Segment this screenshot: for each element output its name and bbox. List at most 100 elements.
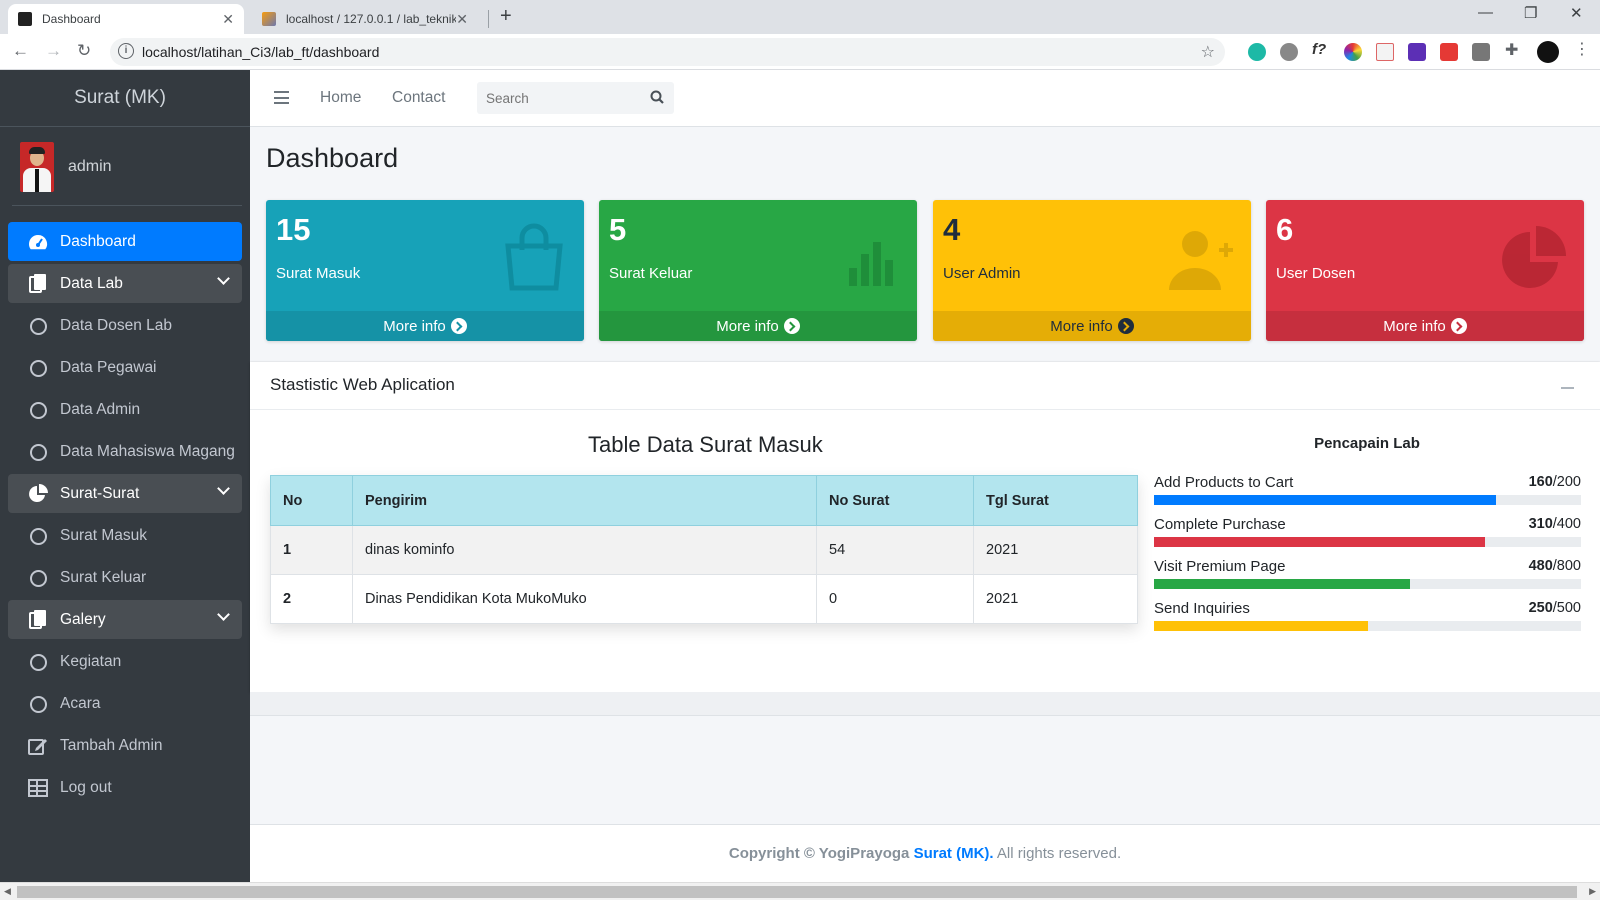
stat-value: 5 (609, 212, 627, 247)
bookmark-star-icon[interactable]: ☆ (1201, 42, 1215, 62)
sidebar-item-label: Acara (60, 695, 101, 712)
sidebar-nav: Dashboard Data Lab Data Dosen Lab Data P… (8, 222, 242, 810)
search-input[interactable] (477, 82, 637, 114)
sidebar-item-surat-surat[interactable]: Surat-Surat (8, 474, 242, 513)
arrow-circle-right-icon (783, 318, 800, 334)
minimize-icon[interactable]: — (1478, 4, 1493, 21)
forward-icon[interactable]: → (45, 41, 62, 61)
nav-link-contact[interactable]: Contact (392, 89, 445, 107)
restore-icon[interactable]: ❐ (1524, 4, 1537, 22)
copy-icon (28, 273, 48, 294)
circle-icon (29, 317, 47, 335)
chevron-down-icon (217, 272, 230, 285)
circle-icon (29, 359, 47, 377)
sidebar-item-data-admin[interactable]: Data Admin (8, 390, 242, 430)
sidebar-item-data-pegawai[interactable]: Data Pegawai (8, 348, 242, 388)
sidebar-item-log-out[interactable]: Log out (8, 768, 242, 808)
close-tab-icon[interactable]: ✕ (456, 11, 468, 28)
back-icon[interactable]: ← (12, 41, 29, 61)
color-extension-icon[interactable] (1344, 43, 1362, 61)
progress-title: Pencapain Lab (1314, 435, 1420, 452)
extension-icon[interactable] (1248, 43, 1266, 61)
profile-avatar[interactable] (1537, 41, 1559, 63)
site-info-icon[interactable]: i (118, 43, 134, 59)
pie-chart-icon (1498, 220, 1570, 292)
column-header-tgl-surat[interactable]: Tgl Surat (973, 475, 1138, 526)
extension-icon[interactable] (1408, 43, 1426, 61)
page-title: Dashboard (266, 143, 399, 173)
extension-icon[interactable] (1376, 43, 1394, 61)
progress-label: Send Inquiries (1154, 600, 1250, 617)
brand-link[interactable]: Surat (MK) (0, 70, 250, 127)
hamburger-menu-icon[interactable] (274, 91, 289, 104)
browser-toolbar: ← → ↻ i localhost/latihan_Ci3/lab_ft/das… (0, 34, 1600, 70)
shopping-bag-icon (498, 220, 570, 292)
stat-box-user-admin: 4 User Admin More info (933, 200, 1251, 341)
arrow-circle-right-icon (450, 318, 467, 334)
table-cell: 0 (816, 574, 974, 624)
browser-menu-icon[interactable]: ⋮ (1574, 39, 1592, 58)
sidebar-item-surat-masuk[interactable]: Surat Masuk (8, 516, 242, 556)
sidebar-item-kegiatan[interactable]: Kegiatan (8, 642, 242, 682)
column-header-pengirim[interactable]: Pengirim (352, 475, 817, 526)
browser-tab-dashboard[interactable]: Dashboard ✕ (8, 4, 244, 34)
tab-separator (488, 10, 489, 28)
browser-tab-phpmyadmin[interactable]: localhost / 127.0.0.1 / lab_teknik ✕ (252, 4, 478, 34)
new-tab-icon[interactable]: + (500, 5, 512, 28)
footer-brand-link[interactable]: Surat (MK). (914, 845, 994, 862)
table-title: Table Data Surat Masuk (588, 432, 823, 457)
more-info-link[interactable]: More info (266, 311, 584, 341)
table-cell: Dinas Pendidikan Kota MukoMuko (352, 574, 817, 624)
sidebar-item-label: Data Dosen Lab (60, 317, 173, 334)
scroll-left-icon[interactable]: ◀ (4, 886, 11, 897)
scroll-right-icon[interactable]: ▶ (1589, 886, 1596, 897)
card-footer (250, 692, 1600, 716)
sidebar-item-acara[interactable]: Acara (8, 684, 242, 724)
close-window-icon[interactable]: ✕ (1570, 4, 1583, 22)
horizontal-scrollbar[interactable]: ◀ ▶ (0, 882, 1600, 900)
extension-icon[interactable] (1440, 43, 1458, 61)
more-info-link[interactable]: More info (599, 311, 917, 341)
reload-icon[interactable]: ↻ (77, 41, 91, 61)
stat-label: User Admin (943, 265, 1021, 282)
sidebar-item-galery[interactable]: Galery (8, 600, 242, 639)
sidebar: Surat (MK) admin Dashboard Data Lab Data… (0, 70, 250, 882)
edit-icon (28, 736, 48, 756)
search-icon[interactable] (650, 90, 664, 104)
address-bar[interactable]: i localhost/latihan_Ci3/lab_ft/dashboard… (110, 38, 1225, 66)
sidebar-item-dashboard[interactable]: Dashboard (8, 222, 242, 261)
brand-text: Surat (MK) (74, 87, 166, 108)
nav-link-home[interactable]: Home (320, 89, 361, 107)
more-info-link[interactable]: More info (1266, 311, 1584, 341)
stat-box-surat-masuk: 15 Surat Masuk More info (266, 200, 584, 341)
table-cell: 2 (270, 574, 353, 624)
column-header-no-surat[interactable]: No Surat (816, 475, 974, 526)
sidebar-item-surat-keluar[interactable]: Surat Keluar (8, 558, 242, 598)
more-info-link[interactable]: More info (933, 311, 1251, 341)
main-footer: Copyright © YogiPrayoga Surat (MK). All … (250, 824, 1600, 882)
puzzle-extensions-icon[interactable]: ✚ (1505, 40, 1523, 59)
progress-label: Add Products to Cart (1154, 474, 1294, 491)
scrollbar-thumb[interactable] (17, 886, 1577, 898)
stat-value: 6 (1276, 212, 1294, 247)
progress-value: 310/400 (1528, 516, 1581, 532)
close-tab-icon[interactable]: ✕ (222, 11, 234, 28)
avatar (20, 142, 54, 192)
user-name[interactable]: admin (68, 158, 112, 176)
extension-icon[interactable] (1280, 43, 1298, 61)
column-header-no[interactable]: No (270, 475, 353, 526)
sidebar-item-data-lab[interactable]: Data Lab (8, 264, 242, 303)
extension-icon[interactable] (1472, 43, 1490, 61)
circle-icon (29, 569, 47, 587)
progress-track (1154, 579, 1581, 589)
progress-track (1154, 537, 1581, 547)
browser-tab-bar: Dashboard ✕ localhost / 127.0.0.1 / lab_… (0, 0, 1600, 34)
sidebar-item-data-dosen-lab[interactable]: Data Dosen Lab (8, 306, 242, 346)
formula-extension-icon[interactable]: f? (1312, 41, 1330, 59)
minus-icon[interactable] (1561, 387, 1574, 389)
sidebar-item-data-mahasiswa-magang[interactable]: Data Mahasiswa Magang (8, 432, 242, 472)
progress-track (1154, 495, 1581, 505)
sidebar-item-tambah-admin[interactable]: Tambah Admin (8, 726, 242, 766)
sidebar-item-label: Kegiatan (60, 653, 122, 670)
sidebar-item-label: Surat-Surat (60, 484, 140, 502)
